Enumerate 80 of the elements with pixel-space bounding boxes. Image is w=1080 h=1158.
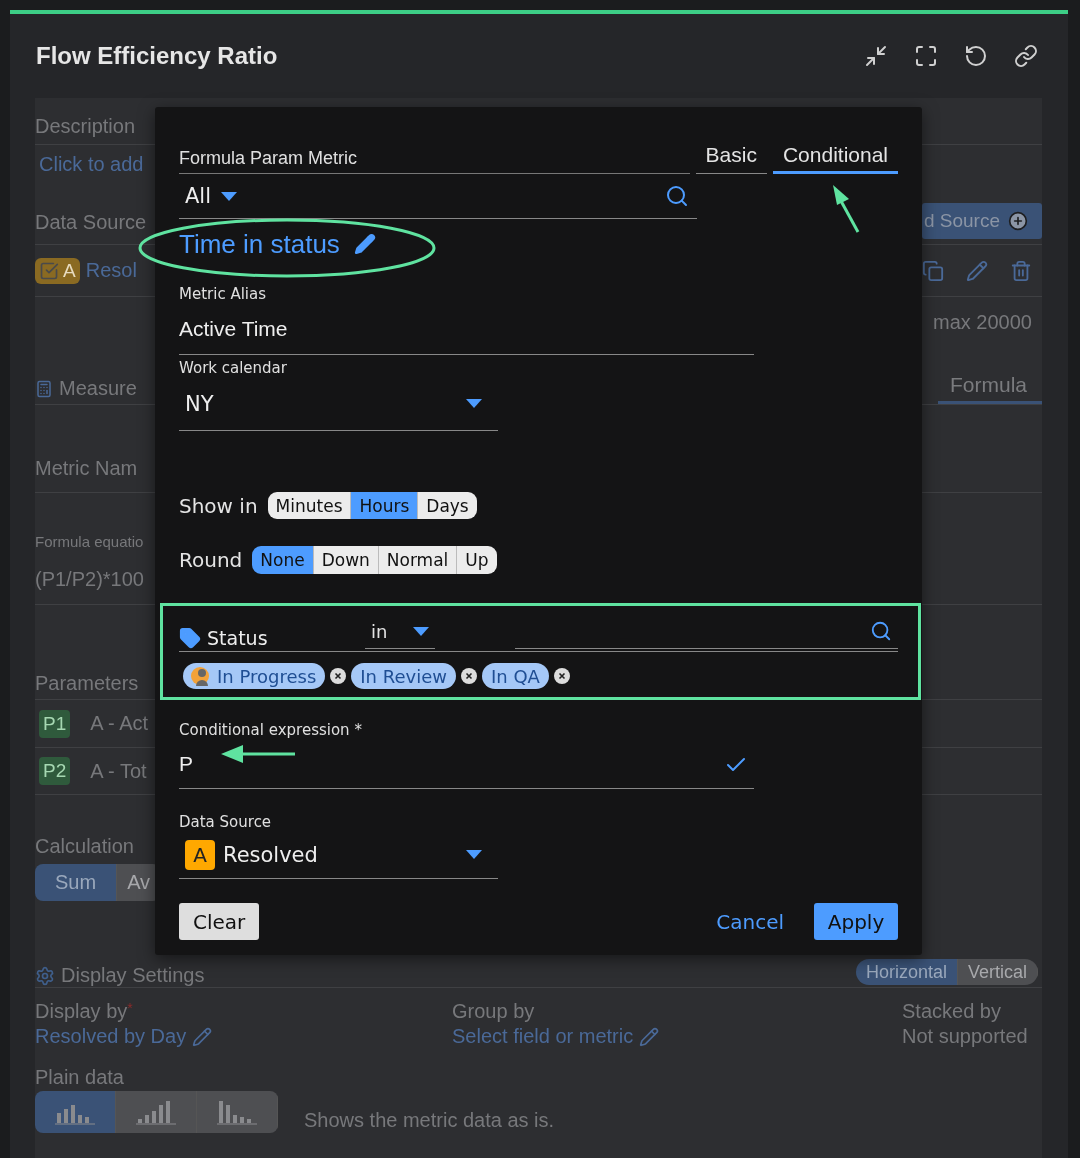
edit-icon[interactable] [639, 1026, 660, 1047]
bar-chart-icon [215, 1099, 259, 1125]
remove-icon[interactable] [553, 668, 570, 684]
section-label: Parameters [35, 672, 139, 695]
field-label: Work calendar [179, 359, 287, 377]
delete-icon[interactable] [1010, 259, 1032, 282]
mode-tab[interactable]: Conditional [772, 143, 898, 174]
clear-button[interactable]: Clear [179, 903, 260, 940]
parameter-name: A - Tot [90, 759, 147, 783]
param-metric-dropdown[interactable]: All [179, 174, 697, 219]
status-chip[interactable]: In QA [481, 663, 549, 689]
parameter-tag: P1 [39, 709, 71, 738]
field-label: Metric Nam [35, 457, 138, 480]
formula-value: (P1/P2)*100 [35, 568, 144, 591]
source-badge: A [185, 839, 215, 870]
widget-title: Flow Efficiency Ratio [36, 42, 278, 70]
limit-text: max 20000 [933, 310, 1032, 334]
search-icon [870, 619, 892, 642]
reset-icon[interactable] [964, 44, 988, 68]
parameter-name: A - Act [90, 712, 149, 735]
parameter-tag: P2 [39, 757, 71, 785]
edit-icon[interactable] [966, 259, 988, 282]
field-label: Group by [452, 1000, 536, 1023]
plus-icon [1008, 211, 1028, 231]
alias-field[interactable]: Active Time [179, 303, 754, 355]
section-label: Calculation [35, 835, 135, 858]
gear-icon [35, 965, 55, 986]
edit-icon [353, 233, 376, 255]
data-source-dropdown[interactable]: A Resolved [179, 831, 498, 879]
edit-icon[interactable] [192, 1026, 213, 1047]
field-label: Description [35, 115, 136, 138]
mode-tab[interactable]: Basic [695, 143, 767, 174]
field-label: Formula equatio [35, 533, 144, 550]
source-badge: A [35, 257, 80, 284]
field-label: Plain data [35, 1066, 125, 1089]
toggle-option[interactable]: Normal [378, 546, 458, 574]
tag-icon [179, 627, 201, 649]
collapse-icon[interactable] [864, 44, 888, 68]
calendar-dropdown[interactable]: NY [179, 377, 498, 431]
field-label: Display by* [35, 1000, 134, 1023]
operator-dropdown[interactable]: in [365, 621, 435, 649]
checkbox-icon [39, 260, 59, 281]
fullscreen-icon[interactable] [914, 44, 938, 68]
caret-icon [466, 399, 482, 408]
filter-field: Status [207, 627, 268, 649]
remove-icon[interactable] [330, 668, 347, 684]
section-label: Measure [59, 377, 137, 400]
toggle-option[interactable]: Days [418, 492, 477, 519]
search-icon [665, 184, 689, 208]
caret-icon [221, 191, 238, 201]
section-label: Data Source [35, 210, 147, 234]
toggle-option[interactable]: Down [313, 546, 379, 574]
source-name: Resol [85, 259, 137, 282]
field-label: Conditional expression * [179, 721, 362, 739]
bar-chart-icon [134, 1099, 178, 1125]
toggle-option[interactable]: Minutes [267, 492, 352, 519]
option-label: Show in [179, 493, 258, 518]
avatar-icon [189, 665, 211, 687]
field-label: Metric Alias [179, 285, 266, 303]
toggle-option[interactable]: None [252, 546, 314, 574]
toggle-option[interactable]: Hours [351, 492, 419, 519]
orientation-option[interactable]: Vertical [957, 959, 1038, 985]
caret-icon [466, 850, 482, 859]
caret-icon [413, 627, 429, 636]
link-icon[interactable] [1014, 44, 1038, 68]
field-label: Data Source [179, 813, 272, 831]
remove-icon[interactable] [460, 668, 477, 684]
field-label: Stacked by [902, 1000, 1002, 1023]
copy-icon[interactable] [922, 259, 944, 282]
calculator-icon [35, 379, 53, 398]
section-label: Display Settings [61, 964, 205, 987]
hint-text: Shows the metric data as is. [304, 1108, 555, 1132]
option-label: Round [179, 548, 243, 572]
apply-button[interactable]: Apply [814, 903, 898, 940]
toggle-option[interactable]: Up [457, 546, 497, 574]
status-chip[interactable]: In Progress [183, 663, 326, 689]
cancel-button[interactable]: Cancel [710, 908, 790, 935]
field-label: Formula Param Metric [179, 148, 690, 174]
status-chip[interactable]: In Review [351, 663, 456, 689]
stacked-by-value: Not supported [902, 1025, 1029, 1048]
